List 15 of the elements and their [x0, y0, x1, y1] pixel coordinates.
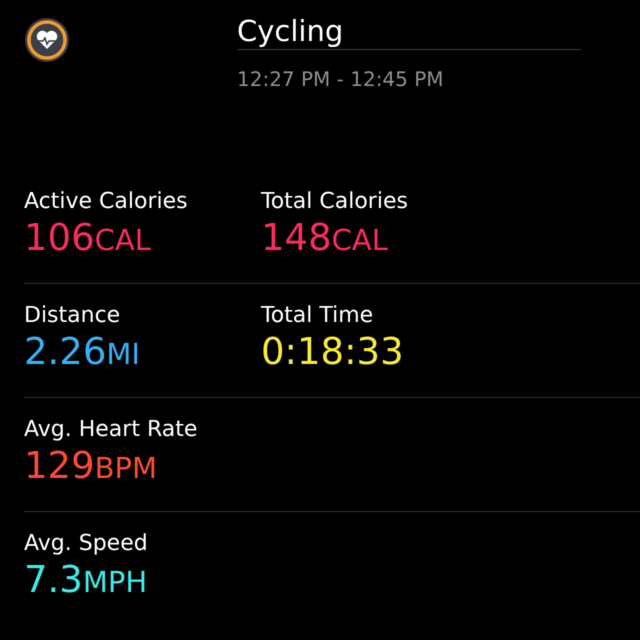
metric-value: 106CAL: [24, 216, 152, 261]
metric-label: Total Calories: [261, 188, 409, 216]
metric-label: Active Calories: [24, 188, 189, 216]
time-range: 12:27 PM - 12:45 PM: [237, 67, 445, 91]
metric-value: 0:18:33: [261, 330, 405, 374]
metric-value: 7.3MPH: [24, 558, 148, 603]
workout-title: Cycling: [237, 0, 581, 50]
metric-value: 129BPM: [24, 444, 158, 489]
metric-value: 2.26MI: [24, 330, 141, 375]
metric-label: Avg. Heart Rate: [24, 416, 198, 444]
metric-label: Avg. Speed: [24, 530, 149, 558]
metric-value: 148CAL: [261, 216, 389, 261]
heart-rate-icon: [23, 16, 71, 64]
metric-label: Distance: [24, 302, 122, 330]
metric-label: Total Time: [261, 302, 374, 330]
